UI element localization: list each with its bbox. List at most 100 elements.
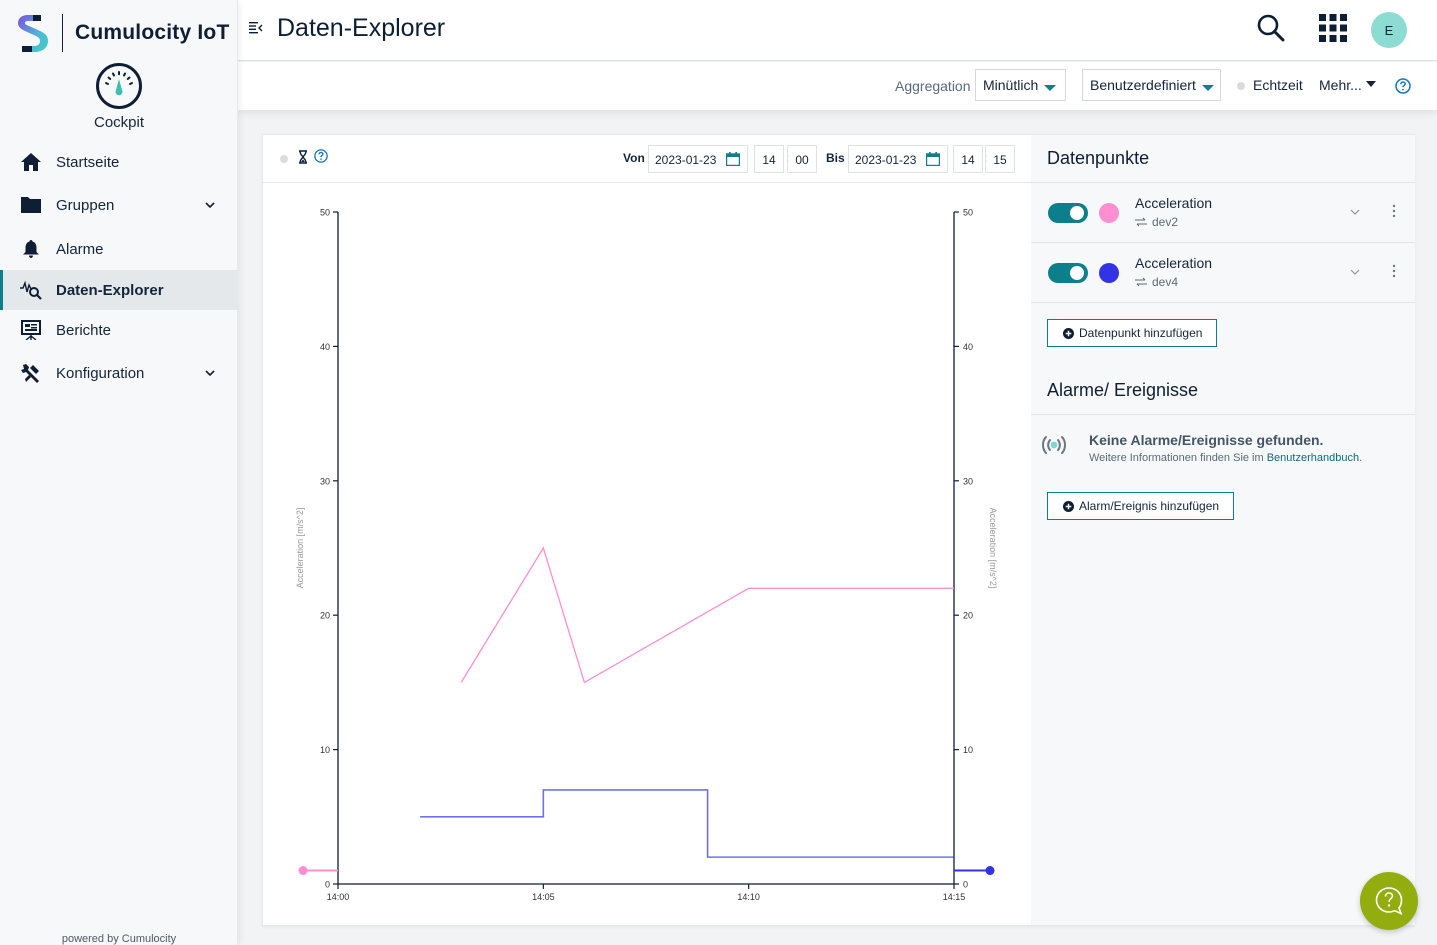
y-axis-label-right: Acceleration [m/s^2] (988, 508, 998, 589)
realtime-status-dot (280, 155, 288, 163)
sidebar-item-label: Alarme (56, 240, 104, 258)
from-hour-input[interactable]: 14 (754, 145, 784, 173)
measurement-chart: 0 0 10 10 20 20 30 30 40 40 50 50 14:00 14:05 14:10 14:… (295, 208, 998, 903)
to-minute-input[interactable]: 15 (985, 145, 1015, 173)
plus-circle-icon (1063, 500, 1074, 512)
sidebar: Cumulocity IoT Cockpit Startseite Gruppe… (0, 0, 238, 945)
empty-state-subtitle: Weitere Informationen finden Sie im Benu… (1089, 452, 1362, 464)
y-tick-label-left: 30 (320, 476, 330, 486)
y-tick-label-right: 50 (963, 208, 973, 218)
from-date-value: 2023-01-23 (655, 153, 717, 167)
chevron-down-icon[interactable] (202, 365, 218, 381)
help-bubble-icon (1375, 887, 1403, 916)
chart-toolbar: Von 2023-01-23 14 : 00 Bis 2023-01-23 14… (263, 135, 1031, 183)
from-date-input[interactable]: 2023-01-23 (648, 145, 748, 173)
chevron-down-icon[interactable] (1349, 207, 1361, 217)
from-minute-input[interactable]: 00 (787, 145, 817, 173)
sidebar-item-label: Berichte (56, 321, 112, 339)
datapoint-toggle[interactable] (1048, 263, 1088, 283)
calendar-icon[interactable] (726, 152, 740, 166)
time-range-value: Benutzerdefiniert (1090, 77, 1196, 93)
datapoint-device: dev4 (1135, 275, 1178, 289)
datapoint-row: Acceleration dev4 (1031, 243, 1415, 303)
kebab-menu-icon[interactable] (1392, 263, 1396, 279)
datapoint-color-swatch[interactable] (1099, 263, 1119, 283)
data-explorer-icon (20, 279, 42, 301)
alarms-title: Alarme/ Ereignisse (1047, 380, 1199, 400)
y-tick-label-right: 40 (963, 342, 973, 352)
y-tick-label-right: 20 (963, 611, 973, 621)
datapoint-toggle[interactable] (1048, 203, 1088, 223)
caret-down-icon (1201, 85, 1214, 91)
brand[interactable]: Cumulocity IoT (16, 12, 229, 54)
y-tick-label-right: 0 (963, 880, 968, 890)
header: Daten-Explorer E (238, 0, 1437, 61)
caret-down-icon (1365, 81, 1376, 87)
app-switcher-icon[interactable] (1319, 14, 1347, 42)
sidebar-item-label: Konfiguration (56, 364, 145, 382)
action-bar: Aggregation Minütlich Benutzerdefiniert … (238, 62, 1437, 110)
help-chat-button[interactable] (1360, 872, 1418, 930)
time-range-select[interactable]: Benutzerdefiniert (1082, 69, 1221, 101)
add-alarm-event-label: Alarm/Ereignis hinzufügen (1079, 499, 1220, 513)
to-date-value: 2023-01-23 (855, 153, 917, 167)
help-icon[interactable] (1395, 78, 1411, 94)
sidebar-item-daten-explorer[interactable]: Daten-Explorer (0, 270, 238, 310)
sidebar-item-gruppen[interactable]: Gruppen (0, 182, 238, 228)
folder-icon (20, 194, 42, 216)
add-alarm-event-button[interactable]: Alarm/Ereignis hinzufügen (1047, 492, 1235, 520)
sidebar-item-konfiguration[interactable]: Konfiguration (0, 350, 238, 396)
user-guide-link[interactable]: Benutzerhandbuch (1267, 452, 1359, 464)
data-explorer-card: Von 2023-01-23 14 : 00 Bis 2023-01-23 14… (262, 134, 1415, 926)
datapoint-name: Acceleration (1135, 255, 1213, 271)
help-icon[interactable] (314, 149, 328, 163)
sidebar-item-berichte[interactable]: Berichte (0, 310, 238, 350)
sidebar-item-alarme[interactable]: Alarme (0, 228, 238, 270)
sidebar-item-startseite[interactable]: Startseite (0, 142, 238, 182)
y-tick-label-right: 10 (963, 745, 973, 755)
to-label: Bis (826, 151, 845, 165)
calendar-icon[interactable] (926, 152, 940, 166)
offscreen-marker-dot (985, 866, 995, 876)
sidebar-toggle-icon[interactable] (249, 21, 263, 35)
cumulocity-logo-icon (18, 15, 48, 52)
sidebar-item-label: Daten-Explorer (56, 281, 164, 299)
datapoint-row: Acceleration dev2 (1031, 183, 1415, 243)
sidebar-nav: Startseite Gruppen Alarme Daten-Explorer (0, 142, 238, 396)
to-date-input[interactable]: 2023-01-23 (848, 145, 948, 173)
hourglass-icon[interactable] (298, 150, 308, 164)
x-tick-label: 14:15 (943, 892, 966, 902)
realtime-status-dot (1237, 82, 1245, 90)
more-label: Mehr... (1319, 77, 1362, 93)
kebab-menu-icon[interactable] (1392, 203, 1396, 219)
brand-separator (62, 14, 63, 52)
add-datapoint-label: Datenpunkt hinzufügen (1079, 326, 1203, 340)
search-icon[interactable] (1256, 13, 1286, 43)
report-icon (20, 319, 42, 341)
more-menu-button[interactable]: Mehr... (1319, 77, 1376, 93)
swap-icon (1135, 277, 1147, 287)
y-tick-label-left: 20 (320, 611, 330, 621)
add-datapoint-button[interactable]: Datenpunkt hinzufügen (1047, 319, 1218, 347)
chevron-down-icon[interactable] (202, 197, 218, 213)
home-icon (20, 151, 42, 173)
aggregation-label: Aggregation (895, 78, 971, 94)
chevron-down-icon[interactable] (1349, 267, 1361, 277)
offscreen-marker-dot (298, 866, 308, 876)
datapoint-color-swatch[interactable] (1099, 203, 1119, 223)
y-tick-label-left: 0 (325, 880, 330, 890)
caret-down-icon (1044, 85, 1057, 91)
aggregation-select[interactable]: Minütlich (975, 69, 1066, 101)
to-hour-input[interactable]: 14 (953, 145, 983, 173)
user-avatar[interactable]: E (1371, 12, 1407, 48)
datapoint-device: dev2 (1135, 215, 1178, 229)
series-line-1 (420, 789, 954, 858)
chart-area: 0 0 10 10 20 20 30 30 40 40 50 50 14:00 14:05 14:10 14:… (263, 183, 1031, 926)
y-tick-label-left: 50 (320, 208, 330, 218)
datapoint-name: Acceleration (1135, 195, 1213, 211)
aggregation-value: Minütlich (983, 77, 1039, 93)
empty-state-text: Weitere Informationen finden Sie im (1089, 452, 1267, 464)
x-tick-label: 14:00 (327, 892, 350, 902)
swap-icon (1135, 217, 1147, 227)
realtime-toggle[interactable]: Echtzeit (1253, 77, 1303, 93)
